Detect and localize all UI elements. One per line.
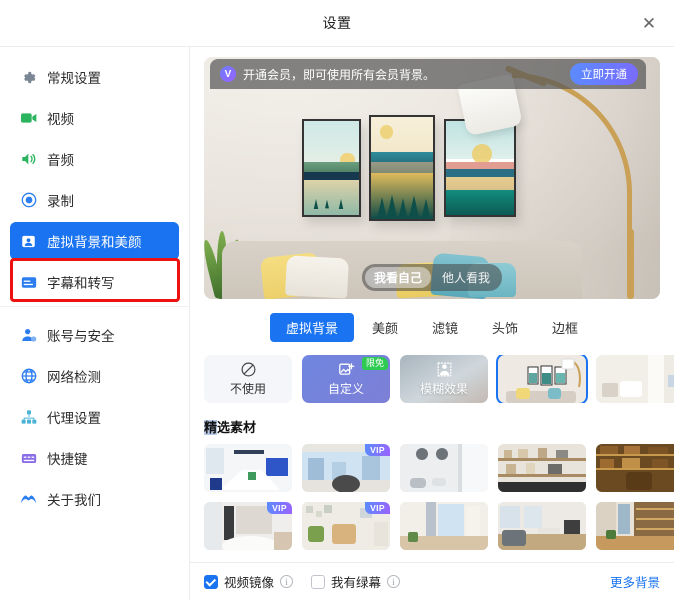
featured-section-title: 精选素材 — [204, 417, 674, 436]
sidebar-item-label: 账号与安全 — [47, 329, 115, 344]
green-screen-checkbox[interactable]: 我有绿幕 i — [311, 572, 401, 591]
blur-person-icon — [436, 361, 453, 378]
option-custom-label: 自定义 — [327, 382, 364, 396]
membership-banner-text: 开通会员，即可使用所有会员背景。 — [243, 67, 436, 82]
window-body: 常规设置 视频 音频 录制 虚拟背景和美颜 字幕和转写 账号与安全 网络检测 代… — [0, 47, 674, 600]
wall-art-center — [369, 115, 435, 221]
sidebar-item-label: 字幕和转写 — [47, 276, 115, 291]
globe-icon — [20, 368, 37, 385]
info-icon[interactable]: i — [280, 575, 294, 588]
sidebar: 常规设置 视频 音频 录制 虚拟背景和美颜 字幕和转写 账号与安全 网络检测 代… — [0, 47, 190, 600]
featured-thumbnail-grid: VIP VIP VIP — [204, 444, 674, 550]
featured-tile-meeting-room[interactable] — [204, 444, 292, 492]
preview-view-toggle: 我看自己 他人看我 — [361, 264, 503, 291]
toggle-others-view[interactable]: 他人看我 — [433, 267, 499, 288]
gear-icon — [20, 69, 37, 86]
featured-tile-loft-living[interactable] — [498, 502, 586, 550]
tab-headwear[interactable]: 头饰 — [476, 313, 534, 342]
bottom-bar: 视频镜像 i 我有绿幕 i 更多背景 — [190, 562, 674, 600]
sidebar-item-video[interactable]: 视频 — [10, 99, 179, 137]
sidebar-item-audio[interactable]: 音频 — [10, 140, 179, 178]
sidebar-item-virtual-background[interactable]: 虚拟背景和美颜 — [10, 222, 179, 260]
green-screen-label: 我有绿幕 — [331, 576, 382, 590]
sidebar-item-label: 常规设置 — [47, 71, 101, 86]
background-options-row: 不使用 限免 自定义 模糊效果 — [204, 355, 674, 403]
featured-title-highlight: 精 — [204, 420, 218, 435]
featured-tile-city-office[interactable]: VIP — [302, 444, 390, 492]
close-icon[interactable]: ✕ — [636, 10, 662, 36]
wall-art-left — [302, 119, 361, 217]
account-security-icon — [20, 327, 37, 344]
more-backgrounds-link[interactable]: 更多背景 — [610, 572, 660, 591]
sidebar-item-captions[interactable]: 字幕和转写 — [10, 263, 179, 301]
sidebar-item-general[interactable]: 常规设置 — [10, 58, 179, 96]
tab-filter[interactable]: 滤镜 — [416, 313, 474, 342]
featured-title-rest: 选素材 — [217, 420, 257, 435]
membership-banner: V 开通会员，即可使用所有会员背景。 立即开通 — [210, 59, 646, 89]
option-background-living-room[interactable] — [496, 355, 588, 403]
option-blur-label: 模糊效果 — [419, 382, 468, 396]
option-blur[interactable]: 模糊效果 — [400, 355, 488, 403]
title-bar: 设置 ✕ — [0, 0, 674, 47]
settings-window: 设置 ✕ 常规设置 视频 音频 录制 虚拟背景和美颜 字幕和转写 账号与安全 网… — [0, 0, 674, 600]
sidebar-item-network-test[interactable]: 网络检测 — [10, 357, 179, 395]
sidebar-item-shortcuts[interactable]: 快捷键 — [10, 439, 179, 477]
vip-badge: VIP — [365, 444, 390, 456]
video-preview: V 开通会员，即可使用所有会员背景。 立即开通 我看自己 他人看我 — [204, 57, 660, 299]
featured-tile-cafe-bar[interactable] — [596, 502, 674, 550]
virtual-background-preview-image — [204, 57, 660, 299]
speaker-icon — [20, 151, 37, 168]
sidebar-item-label: 虚拟背景和美颜 — [47, 235, 142, 250]
camera-icon — [20, 110, 37, 127]
add-image-icon — [338, 361, 355, 378]
featured-tile-curtain-window[interactable] — [400, 502, 488, 550]
option-background-bedroom[interactable] — [596, 355, 674, 403]
video-mirror-checkbox[interactable]: 视频镜像 i — [204, 572, 294, 591]
option-custom[interactable]: 限免 自定义 — [302, 355, 390, 403]
no-entry-icon — [240, 361, 257, 378]
sidebar-group-primary: 常规设置 视频 音频 录制 虚拟背景和美颜 字幕和转写 — [0, 58, 189, 301]
limited-free-badge: 限免 — [361, 357, 388, 371]
video-mirror-label: 视频镜像 — [224, 576, 275, 590]
vip-badge: VIP — [365, 502, 390, 514]
sidebar-item-label: 视频 — [47, 112, 74, 127]
sidebar-item-label: 音频 — [47, 153, 74, 168]
main-panel: V 开通会员，即可使用所有会员背景。 立即开通 我看自己 他人看我 虚拟背景 美… — [190, 47, 674, 600]
activate-membership-button[interactable]: 立即开通 — [570, 63, 638, 85]
option-none-label: 不使用 — [229, 382, 266, 396]
featured-tile-wood-library[interactable] — [596, 444, 674, 492]
proxy-icon — [20, 409, 37, 426]
sidebar-item-account-security[interactable]: 账号与安全 — [10, 316, 179, 354]
checkbox-checked-icon[interactable] — [204, 574, 218, 589]
featured-tile-bright-lounge[interactable] — [400, 444, 488, 492]
option-none[interactable]: 不使用 — [204, 355, 292, 403]
caption-icon — [20, 274, 37, 291]
sidebar-item-record[interactable]: 录制 — [10, 181, 179, 219]
person-card-icon — [20, 233, 37, 250]
effect-tabs: 虚拟背景 美颜 滤镜 头饰 边框 — [204, 313, 660, 342]
sidebar-item-label: 代理设置 — [47, 411, 101, 426]
about-icon — [20, 491, 37, 508]
toggle-self-view[interactable]: 我看自己 — [364, 267, 431, 288]
keyboard-icon — [20, 450, 37, 467]
featured-tile-green-sofa-room[interactable]: VIP — [302, 502, 390, 550]
tab-beauty[interactable]: 美颜 — [356, 313, 414, 342]
sidebar-item-about[interactable]: 关于我们 — [10, 480, 179, 518]
sidebar-item-label: 快捷键 — [47, 452, 88, 467]
sidebar-item-label: 录制 — [47, 194, 74, 209]
sidebar-item-label: 网络检测 — [47, 370, 101, 385]
tab-virtual-background[interactable]: 虚拟背景 — [269, 313, 354, 342]
sidebar-item-label: 关于我们 — [47, 493, 101, 508]
info-icon[interactable]: i — [387, 575, 401, 588]
checkbox-unchecked-icon[interactable] — [311, 574, 326, 589]
window-title: 设置 — [322, 15, 352, 31]
member-badge-icon: V — [220, 66, 236, 82]
sidebar-item-proxy[interactable]: 代理设置 — [10, 398, 179, 436]
featured-tile-shelf-office[interactable] — [498, 444, 586, 492]
sidebar-group-secondary: 账号与安全 网络检测 代理设置 快捷键 关于我们 — [0, 306, 189, 518]
tab-frame[interactable]: 边框 — [536, 313, 594, 342]
featured-tile-white-table-room[interactable]: VIP — [204, 502, 292, 550]
vip-badge: VIP — [267, 502, 292, 514]
record-icon — [20, 192, 37, 209]
